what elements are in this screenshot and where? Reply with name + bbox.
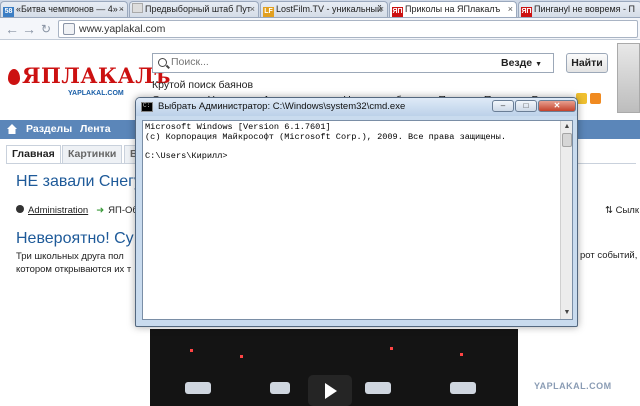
browser-tab-shtab[interactable]: Предвыборный штаб Пут × [129,1,259,17]
video-light [240,355,243,358]
home-icon[interactable] [7,124,17,134]
browser-tab-pingan[interactable]: ЯП Пингануl не вовремя - П [518,1,640,17]
search-button[interactable]: Найти [566,53,608,73]
search-box: Везде ▼ [152,53,554,73]
nav-sections[interactable]: Разделы [26,123,72,135]
minimize-button[interactable]: – [492,100,514,112]
excerpt-line: Три школьных друга пол [16,251,124,262]
tab-label: Пингануl не вовремя - П [534,4,636,14]
post-link-label: Сылк [615,205,639,216]
video-light [190,349,193,352]
tab-close-icon[interactable]: × [508,2,513,17]
tab-label: Предвыборный штаб Пут [145,4,251,14]
back-arrow-icon[interactable]: ← [4,21,20,37]
cmd-console[interactable]: Microsoft Windows [Version 6.1.7601] (c) … [142,120,573,320]
logo-title: ЯПЛАКАЛъ [22,63,171,88]
user-avatar[interactable] [617,43,640,113]
scroll-thumb[interactable] [562,133,572,147]
excerpt-line: котором открываются их т [16,264,132,275]
nav-feed[interactable]: Лента [80,123,111,135]
tab-close-icon[interactable]: × [379,2,384,17]
console-icon [141,102,153,112]
browser-tab-lostfilm[interactable]: LF LostFilm.TV - уникальный × [260,1,388,17]
tab-close-icon[interactable]: × [119,2,124,17]
console-line: (c) Корпорация Майкрософт (Microsoft Cor… [145,131,506,142]
browser-tab-yaplakal[interactable]: ЯП Приколы на ЯПлакалъ × [389,1,517,17]
page-icon [63,23,75,35]
post-title[interactable]: Невероятно! Су [16,230,134,248]
post-category[interactable]: ЯП-Об [108,205,138,216]
post-link[interactable]: ⇅ Сылк [605,205,639,216]
gear-icon [16,205,24,213]
link-icon: ⇅ [605,205,613,216]
logo-subtitle: YAPLAKAL.COM [68,90,124,97]
tab-main[interactable]: Главная [6,145,61,163]
post-excerpt: Три школьных друга пол котором открывают… [16,250,131,276]
browser-tab-strip: 58 «Битва чемпионов — 4» - × Предвыборный… [0,0,640,18]
scroll-up-icon[interactable]: ▲ [562,122,572,132]
social-icons [576,93,606,105]
reload-icon[interactable]: ↻ [38,21,54,37]
cmd-title: Выбрать Администратор: C:\Windows\system… [158,101,406,112]
tab-favicon-icon: ЯП [392,7,403,17]
excerpt-right: рот событий, [580,250,638,261]
tab-favicon-icon: 58 [3,7,14,17]
site-logo[interactable]: ЯПЛАКАЛъ YAPLAKAL.COM [8,63,170,101]
watermark: YAPLAKAL.COM [534,381,612,391]
browser-toolbar: ← → ↻ www.yaplakal.com [0,18,640,40]
post-meta: Administration ➜ ЯП-Об [16,205,138,216]
video-light [460,353,463,356]
address-text[interactable]: www.yaplakal.com [79,23,165,35]
console-output[interactable]: Microsoft Windows [Version 6.1.7601] (c) … [145,122,506,161]
logo-drop-icon [8,69,20,85]
video-car [365,382,391,394]
tab-close-icon[interactable]: × [250,2,255,17]
search-scope-label: Везде [501,57,533,69]
search-icon [158,58,167,67]
video-car [270,382,290,394]
cmd-scrollbar[interactable]: ▲ ▼ [560,121,572,319]
video-car [185,382,211,394]
video-car [450,382,476,394]
arrow-right-icon: ➜ [96,205,105,216]
browser-tab-bitva[interactable]: 58 «Битва чемпионов — 4» - × [0,1,128,17]
address-bar[interactable]: www.yaplakal.com [58,20,638,38]
maximize-button[interactable]: □ [515,100,537,112]
forward-arrow-icon[interactable]: → [21,21,37,37]
tagline: Крутой поиск баянов [152,79,254,91]
close-button[interactable]: ✕ [538,100,576,112]
console-prompt: C:\Users\Кирилл> [145,150,228,161]
tab-pictures[interactable]: Картинки [62,145,123,163]
tab-favicon-icon: ЯП [521,7,532,17]
tab-favicon-icon [132,3,143,13]
scroll-down-icon[interactable]: ▼ [562,308,572,318]
search-scope-select[interactable]: Везде ▼ [501,55,551,71]
cmd-window[interactable]: Выбрать Администратор: C:\Windows\system… [135,97,578,327]
chevron-down-icon: ▼ [535,61,543,68]
post-author[interactable]: Administration [28,205,88,216]
tab-label: «Битва чемпионов — 4» - [16,4,124,14]
cmd-titlebar[interactable]: Выбрать Администратор: C:\Windows\system… [136,98,577,116]
rss-icon[interactable] [590,93,601,104]
video-light [390,347,393,350]
video-player[interactable] [150,329,518,406]
tab-label: LostFilm.TV - уникальный [276,4,383,14]
tab-label: Приколы на ЯПлакалъ [405,4,501,14]
tab-favicon-icon: LF [263,7,274,17]
play-icon[interactable] [308,375,352,406]
post-title[interactable]: НЕ завали Снегу [16,173,142,191]
search-input[interactable] [171,56,491,68]
